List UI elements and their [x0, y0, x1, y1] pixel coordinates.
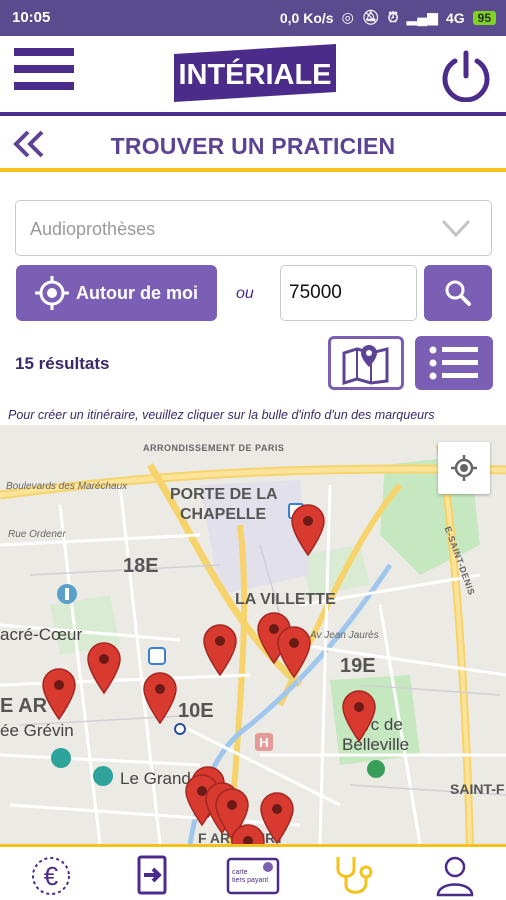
map-label-18e: 18E	[123, 555, 159, 577]
map-label-saint-f: SAINT-F	[450, 781, 505, 797]
theater-poi-icon	[51, 748, 71, 768]
battery-icon: 95	[472, 10, 496, 25]
my-location-button[interactable]	[438, 442, 490, 494]
mute-icon: 🔕︎	[361, 9, 380, 25]
map-label-rue-ordener: Rue Ordener	[8, 529, 66, 540]
map-label-villette: LA VILLETTE	[235, 591, 336, 608]
svg-text:H: H	[259, 735, 268, 750]
logo-text: INTÉRIALE	[178, 57, 331, 91]
map-marker[interactable]	[86, 641, 122, 695]
tab-find-practitioner[interactable]	[330, 853, 380, 899]
map-label-jean-jaures: Av Jean Jaurès	[310, 630, 379, 641]
chevron-down-icon	[441, 219, 471, 238]
network-type: 4G	[445, 9, 465, 26]
map-label-porte-line1: PORTE DE LA	[170, 486, 278, 503]
map-marker[interactable]	[230, 823, 266, 844]
status-time: 10:05	[12, 9, 51, 26]
map-label-sacre-coeur: acré-Cœur	[0, 625, 83, 644]
metro-poi-icon	[148, 647, 166, 665]
list-view-button[interactable]	[415, 336, 493, 390]
menu-icon[interactable]	[14, 48, 74, 100]
map-label-grevin: ée Grévin	[0, 721, 74, 740]
results-count: 15 résultats	[15, 354, 110, 373]
map-marker[interactable]	[290, 503, 326, 557]
title-bar: TROUVER UN PRATICIEN	[0, 120, 506, 172]
shop-poi-icon	[93, 766, 113, 786]
card-label: carte tiers payant	[232, 869, 269, 884]
status-icons: 0,0 Ko/s ◎ 🔕︎ ⏰︎ ▂▄▆ 4G 95	[280, 9, 496, 26]
user-icon	[436, 856, 474, 897]
hotspot-icon: ◎	[341, 9, 354, 25]
status-bar: 10:05 0,0 Ko/s ◎ 🔕︎ ⏰︎ ▂▄▆ 4G 95	[0, 0, 506, 36]
map-label-porte-line2: CHAPELLE	[180, 506, 267, 523]
around-me-button[interactable]: Autour de moi	[16, 265, 217, 321]
tab-tiers-payant-card[interactable]: carte tiers payant	[226, 853, 282, 899]
postal-code-input[interactable]: 75000	[280, 265, 417, 321]
app-header: INTÉRIALE	[0, 36, 506, 116]
map-marker[interactable]	[41, 667, 77, 721]
map-label-boulevard: Boulevards des Maréchaux	[6, 481, 128, 492]
map-marker[interactable]	[341, 689, 377, 743]
specialty-select[interactable]: Audioprothèses	[15, 200, 492, 256]
network-speed: 0,0 Ko/s	[279, 9, 334, 26]
alarm-icon: ⏰︎	[387, 9, 399, 25]
list-icon	[429, 346, 478, 380]
map-label-19e: 19E	[340, 655, 376, 677]
map-view[interactable]: ARRONDISSEMENT DE PARIS Boulevards des M…	[0, 425, 506, 844]
page-title: TROUVER UN PRATICIEN	[110, 133, 396, 159]
map-marker[interactable]	[142, 671, 178, 725]
around-me-label: Autour de moi	[76, 283, 198, 303]
svg-text:€: €	[44, 861, 59, 891]
map-label-arrondissement: ARRONDISSEMENT DE PARIS	[143, 443, 285, 453]
map-marker[interactable]	[202, 623, 238, 677]
bottom-nav: € carte tiers payant	[0, 844, 506, 900]
tab-reimbursements[interactable]: €	[28, 853, 78, 899]
tab-profile[interactable]	[432, 853, 482, 899]
search-icon	[445, 280, 471, 306]
crosshair-icon	[35, 276, 69, 310]
map-view-button[interactable]	[328, 336, 404, 390]
euro-icon: €	[32, 857, 70, 895]
signal-icon: ▂▄▆	[406, 9, 438, 25]
tab-documents[interactable]	[130, 853, 180, 899]
map-label-e-ar: E AR	[0, 695, 48, 717]
hospital-poi-icon: H	[255, 733, 273, 751]
search-button[interactable]	[424, 265, 492, 321]
map-marker[interactable]	[276, 625, 312, 679]
map-label-le-grand: Le Grand	[120, 769, 191, 788]
map-icon	[342, 345, 389, 385]
document-send-icon	[137, 855, 167, 895]
specialty-value: Audioprothèses	[30, 219, 156, 239]
my-location-icon	[451, 455, 477, 481]
museum-poi-icon	[57, 584, 77, 604]
park-poi-icon	[367, 760, 385, 778]
power-icon[interactable]	[440, 50, 492, 102]
route-hint: Pour créer un itinéraire, veuillez cliqu…	[8, 408, 435, 422]
stethoscope-icon	[336, 857, 373, 894]
map-label-10e: 10E	[178, 700, 214, 722]
interiale-logo: INTÉRIALE	[174, 44, 336, 102]
or-label: ou	[236, 285, 254, 302]
